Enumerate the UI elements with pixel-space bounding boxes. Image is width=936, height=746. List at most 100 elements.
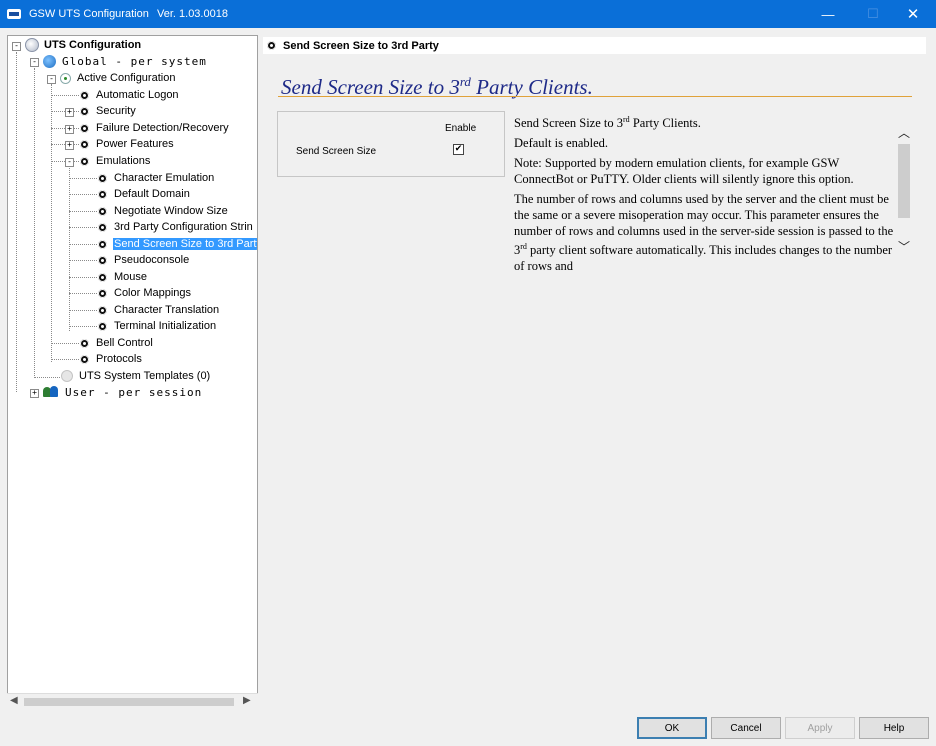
- tree-item-mouse[interactable]: Mouse: [98, 269, 148, 285]
- app-icon: [7, 9, 21, 19]
- tree-active-configuration-label: Active Configuration: [77, 72, 176, 84]
- active-config-collapse-toggle[interactable]: -: [47, 75, 56, 84]
- gear-icon: [267, 41, 276, 50]
- chevron-up-icon[interactable]: ︿: [898, 124, 910, 141]
- global-collapse-toggle[interactable]: -: [30, 58, 39, 67]
- enable-column-header: Enable: [445, 123, 477, 134]
- gear-icon: [80, 123, 89, 133]
- tree-item-send-screen-size[interactable]: Send Screen Size to 3rd Party: [98, 236, 257, 252]
- title-bar: GSW UTS Configuration Ver. 1.03.0018 — ☐…: [0, 0, 936, 28]
- dialog-footer: OK Cancel Apply Help: [0, 714, 936, 746]
- tree-global[interactable]: Global - per system: [43, 53, 208, 69]
- scroll-thumb[interactable]: [898, 144, 910, 218]
- user-expand-toggle[interactable]: +: [30, 389, 39, 398]
- gear-icon: [98, 321, 107, 331]
- gear-icon: [80, 106, 89, 116]
- tree-horizontal-scrollbar[interactable]: ◀ ▶: [7, 693, 258, 710]
- settings-panel: Send Screen Size to 3rd Party Clients. E…: [263, 54, 926, 709]
- window-version: Ver. 1.03.0018: [157, 8, 228, 20]
- panel-header-title: Send Screen Size to 3rd Party: [283, 39, 439, 52]
- templates-icon: [61, 370, 73, 382]
- security-expand-toggle[interactable]: +: [65, 108, 74, 117]
- gear-icon: [98, 189, 107, 199]
- uts-config-icon: [25, 38, 39, 52]
- gear-icon: [80, 139, 89, 149]
- tree-item-label: Default Domain: [114, 188, 190, 200]
- gear-icon: [80, 338, 89, 348]
- tree-item-character-emulation[interactable]: Character Emulation: [98, 170, 215, 186]
- description-paragraph: Send Screen Size to 3rd Party Clients.: [514, 115, 701, 131]
- tree-system-templates-label: UTS System Templates (0): [79, 370, 211, 382]
- gear-icon: [98, 173, 107, 183]
- panel-header: Send Screen Size to 3rd Party: [263, 37, 926, 54]
- tree-item-pseudoconsole[interactable]: Pseudoconsole: [98, 252, 190, 268]
- tree-item-label: Pseudoconsole: [114, 254, 190, 266]
- tree-item-label: Automatic Logon: [96, 89, 179, 101]
- globe-icon: [43, 54, 56, 68]
- tree-item-label: Terminal Initialization: [114, 320, 217, 332]
- power-features-expand-toggle[interactable]: +: [65, 141, 74, 150]
- description-text: Send Screen Size to 3rd Party Clients. D…: [514, 112, 899, 292]
- tree-root-label: UTS Configuration: [44, 39, 142, 51]
- scroll-right-icon[interactable]: ▶: [243, 695, 251, 706]
- gear-icon: [98, 222, 107, 232]
- ok-button[interactable]: OK: [637, 717, 707, 739]
- gear-icon: [98, 288, 107, 298]
- scroll-left-icon[interactable]: ◀: [10, 695, 18, 706]
- heading-divider: [278, 96, 912, 97]
- tree-item-automatic-logon[interactable]: Automatic Logon: [80, 87, 180, 103]
- gear-icon: [80, 90, 89, 100]
- tree-item-label: Power Features: [96, 138, 174, 150]
- scroll-thumb[interactable]: [24, 698, 234, 706]
- tree-item-label: Character Emulation: [114, 172, 215, 184]
- tree-user-label: User - per session: [65, 385, 203, 399]
- tree-item-label: Mouse: [114, 271, 148, 283]
- tree-system-templates[interactable]: UTS System Templates (0): [61, 368, 211, 384]
- tree-item-label: Negotiate Window Size: [114, 205, 228, 217]
- description-vertical-scrollbar[interactable]: ︿ ﹀: [896, 124, 912, 254]
- tree-item-bell-control[interactable]: Bell Control: [80, 335, 154, 351]
- tree-item-negotiate-window-size[interactable]: Negotiate Window Size: [98, 203, 229, 219]
- active-config-icon: [60, 72, 71, 84]
- tree-root[interactable]: UTS Configuration: [25, 37, 142, 53]
- apply-button[interactable]: Apply: [785, 717, 855, 739]
- tree-item-power-features[interactable]: Power Features: [80, 136, 175, 152]
- tree-active-configuration[interactable]: Active Configuration: [60, 70, 176, 86]
- gear-icon: [98, 255, 107, 265]
- tree-user[interactable]: User - per session: [43, 384, 203, 400]
- option-group: Enable Send Screen Size ✔: [277, 111, 505, 177]
- send-screen-size-checkbox[interactable]: ✔: [453, 144, 464, 155]
- tree-item-security[interactable]: Security: [80, 103, 137, 119]
- config-tree[interactable]: - UTS Configuration - Global - per syste…: [7, 35, 258, 709]
- gear-icon: [80, 354, 89, 364]
- users-icon: [43, 386, 59, 398]
- tree-item-color-mappings[interactable]: Color Mappings: [98, 285, 192, 301]
- minimize-button[interactable]: —: [806, 0, 850, 28]
- tree-item-3rd-party-configuration[interactable]: 3rd Party Configuration Strin: [98, 219, 254, 235]
- tree-item-failure-detection[interactable]: Failure Detection/Recovery: [80, 120, 230, 136]
- tree-item-label: Emulations: [96, 155, 151, 167]
- failure-detection-expand-toggle[interactable]: +: [65, 125, 74, 134]
- gear-icon: [98, 272, 107, 282]
- emulations-collapse-toggle[interactable]: -: [65, 158, 74, 167]
- tree-item-terminal-initialization[interactable]: Terminal Initialization: [98, 318, 217, 334]
- window-title: GSW UTS Configuration: [29, 8, 149, 20]
- maximize-button[interactable]: ☐: [851, 0, 895, 28]
- tree-item-label: Bell Control: [96, 337, 153, 349]
- tree-item-label: Character Translation: [114, 304, 220, 316]
- close-button[interactable]: ✕: [891, 0, 935, 28]
- gear-icon: [98, 239, 107, 249]
- tree-item-label: 3rd Party Configuration Strin: [114, 221, 253, 233]
- root-collapse-toggle[interactable]: -: [12, 42, 21, 51]
- chevron-down-icon[interactable]: ﹀: [898, 238, 910, 255]
- tree-item-character-translation[interactable]: Character Translation: [98, 302, 220, 318]
- gear-icon: [98, 206, 107, 216]
- description-paragraph: Default is enabled.: [514, 136, 609, 151]
- description-paragraph: The number of rows and columns used by t…: [514, 192, 894, 274]
- tree-item-default-domain[interactable]: Default Domain: [98, 186, 191, 202]
- help-button[interactable]: Help: [859, 717, 929, 739]
- tree-item-emulations[interactable]: Emulations: [80, 153, 151, 169]
- tree-item-label: Security: [96, 105, 136, 117]
- cancel-button[interactable]: Cancel: [711, 717, 781, 739]
- tree-item-protocols[interactable]: Protocols: [80, 351, 143, 367]
